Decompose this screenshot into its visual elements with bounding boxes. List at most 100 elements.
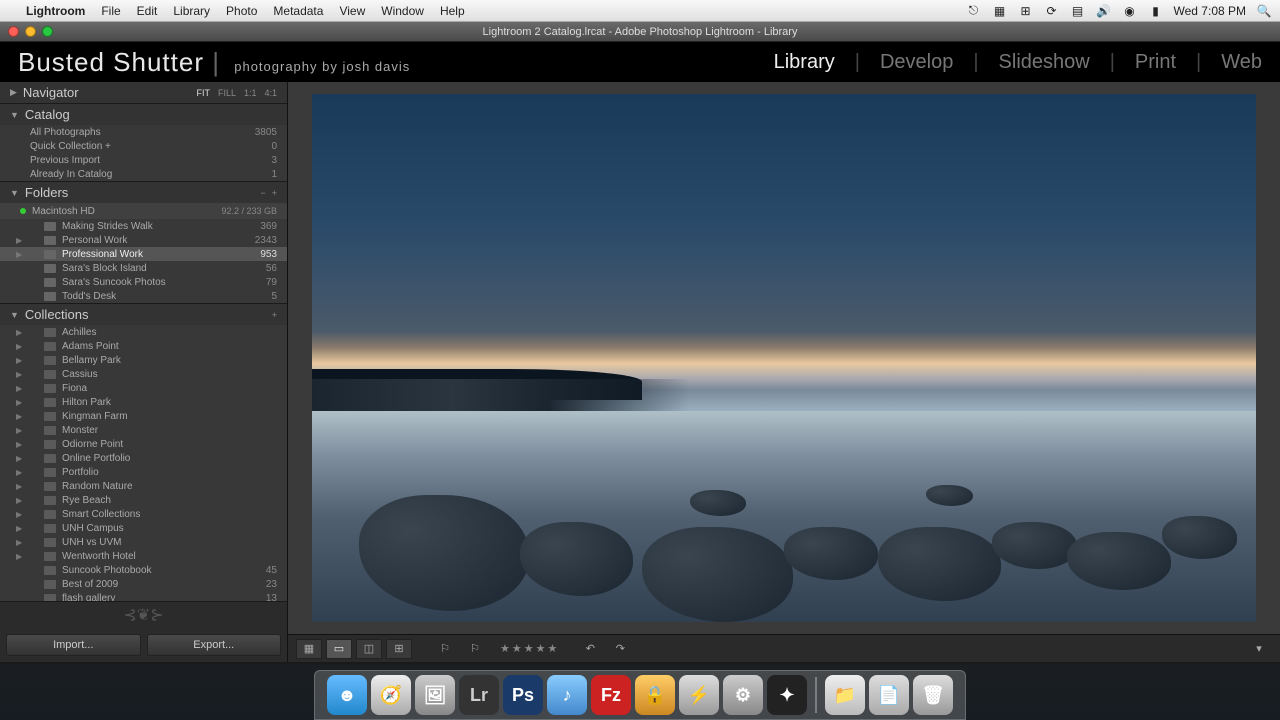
grid-view-button[interactable]: ▦ [296, 639, 322, 659]
star-icon[interactable]: ★ [524, 642, 534, 655]
loupe-view-button[interactable]: ▭ [326, 639, 352, 659]
menu-metadata[interactable]: Metadata [265, 4, 331, 18]
expand-icon[interactable]: ▶ [16, 356, 22, 365]
minus-icon[interactable]: − [260, 188, 265, 198]
dock-finder-icon[interactable]: ☻ [327, 675, 367, 715]
folder-item[interactable]: ▶Personal Work2343 [0, 233, 287, 247]
minimize-button[interactable] [25, 26, 36, 37]
timemachine-icon[interactable]: ⟳ [1044, 3, 1060, 19]
menu-file[interactable]: File [93, 4, 128, 18]
import-button[interactable]: Import... [6, 634, 141, 656]
close-button[interactable] [8, 26, 19, 37]
menu-window[interactable]: Window [373, 4, 432, 18]
module-develop[interactable]: Develop [880, 51, 953, 74]
dock-app-icon[interactable]: ✦ [767, 675, 807, 715]
expand-icon[interactable]: ▶ [16, 482, 22, 491]
dock-app-icon[interactable]: 🔒 [635, 675, 675, 715]
wifi-icon[interactable]: ◉ [1122, 3, 1138, 19]
collection-item[interactable]: Suncook Photobook45 [0, 563, 287, 577]
collection-item[interactable]: ▶Smart Collections [0, 507, 287, 521]
dock-preview-icon[interactable]: 🖼 [415, 675, 455, 715]
star-icon[interactable]: ★ [536, 642, 546, 655]
plus-icon[interactable]: + [272, 188, 277, 198]
module-web[interactable]: Web [1221, 51, 1262, 74]
dock-trash-icon[interactable]: 🗑 [913, 675, 953, 715]
collection-item[interactable]: ▶Bellamy Park [0, 353, 287, 367]
collection-item[interactable]: ▶Cassius [0, 367, 287, 381]
zoom-fit[interactable]: FIT [196, 88, 210, 98]
expand-icon[interactable]: ▶ [16, 538, 22, 547]
collections-header[interactable]: ▼ Collections + [0, 304, 287, 325]
star-icon[interactable]: ★ [548, 642, 558, 655]
expand-icon[interactable]: ▶ [16, 524, 22, 533]
expand-icon[interactable]: ▶ [16, 454, 22, 463]
collection-item[interactable]: ▶UNH Campus [0, 521, 287, 535]
loupe-photo[interactable] [312, 94, 1256, 622]
collection-item[interactable]: ▶Monster [0, 423, 287, 437]
flag-reject-button[interactable]: ⚐ [462, 639, 488, 659]
zoom-1-1[interactable]: 1:1 [244, 88, 257, 98]
collection-item[interactable]: ▶Wentworth Hotel [0, 549, 287, 563]
catalog-item[interactable]: Previous Import3 [0, 153, 287, 167]
collection-item[interactable]: ▶Rye Beach [0, 493, 287, 507]
plus-icon[interactable]: + [272, 310, 277, 320]
battery-icon[interactable]: ▮ [1148, 3, 1164, 19]
navigator-header[interactable]: ▶ Navigator FIT FILL 1:1 4:1 [0, 82, 287, 103]
dock-lightroom-icon[interactable]: Lr [459, 675, 499, 715]
dock-safari-icon[interactable]: 🧭 [371, 675, 411, 715]
folder-item[interactable]: Sara's Suncook Photos79 [0, 275, 287, 289]
collection-item[interactable]: ▶Kingman Farm [0, 409, 287, 423]
expand-icon[interactable]: ▶ [16, 510, 22, 519]
catalog-item[interactable]: All Photographs3805 [0, 125, 287, 139]
zoom-fill[interactable]: FILL [218, 88, 236, 98]
expand-icon[interactable]: ▶ [16, 412, 22, 421]
collection-item[interactable]: ▶Odiorne Point [0, 437, 287, 451]
module-print[interactable]: Print [1135, 51, 1176, 74]
expand-icon[interactable]: ▶ [16, 328, 22, 337]
volume-row[interactable]: Macintosh HD 92.2 / 233 GB [0, 203, 287, 219]
collection-item[interactable]: ▶Fiona [0, 381, 287, 395]
folder-item[interactable]: Todd's Desk5 [0, 289, 287, 303]
collection-item[interactable]: ▶Hilton Park [0, 395, 287, 409]
collection-item[interactable]: ▶Online Portfolio [0, 451, 287, 465]
expand-icon[interactable]: ▶ [16, 398, 22, 407]
rotate-cw-button[interactable]: ↷ [607, 639, 633, 659]
rating-stars[interactable]: ★ ★ ★ ★ ★ [500, 642, 557, 655]
collection-item[interactable]: ▶Portfolio [0, 465, 287, 479]
menu-app[interactable]: Lightroom [18, 4, 93, 18]
collection-item[interactable]: ▶Adams Point [0, 339, 287, 353]
flag-pick-button[interactable]: ⚐ [432, 639, 458, 659]
catalog-item[interactable]: Already In Catalog1 [0, 167, 287, 181]
dock-sysprefs-icon[interactable]: ⚙ [723, 675, 763, 715]
catalog-header[interactable]: ▼ Catalog [0, 104, 287, 125]
module-slideshow[interactable]: Slideshow [999, 51, 1090, 74]
menu-photo[interactable]: Photo [218, 4, 265, 18]
menu-edit[interactable]: Edit [129, 4, 166, 18]
dock-folder-icon[interactable]: 📁 [825, 675, 865, 715]
dock-app-icon[interactable]: ⚡ [679, 675, 719, 715]
catalog-item[interactable]: Quick Collection +0 [0, 139, 287, 153]
status-icon[interactable]: ⊞ [1018, 3, 1034, 19]
survey-view-button[interactable]: ⊞ [386, 639, 412, 659]
expand-icon[interactable]: ▶ [16, 440, 22, 449]
toolbar-menu-button[interactable]: ▾ [1246, 639, 1272, 659]
expand-icon[interactable]: ▶ [16, 384, 22, 393]
spaces-icon[interactable]: ▤ [1070, 3, 1086, 19]
menu-view[interactable]: View [331, 4, 373, 18]
expand-icon[interactable]: ▶ [16, 370, 22, 379]
dock-filezilla-icon[interactable]: Fz [591, 675, 631, 715]
expand-icon[interactable]: ▶ [16, 342, 22, 351]
collection-item[interactable]: ▶UNH vs UVM [0, 535, 287, 549]
export-button[interactable]: Export... [147, 634, 282, 656]
folders-header[interactable]: ▼ Folders − + [0, 182, 287, 203]
volume-icon[interactable]: 🔊 [1096, 3, 1112, 19]
expand-icon[interactable]: ▶ [16, 426, 22, 435]
dock-folder-icon[interactable]: 📄 [869, 675, 909, 715]
collection-item[interactable]: Best of 200923 [0, 577, 287, 591]
compare-view-button[interactable]: ◫ [356, 639, 382, 659]
dock-photoshop-icon[interactable]: Ps [503, 675, 543, 715]
expand-icon[interactable]: ▶ [16, 468, 22, 477]
folder-item[interactable]: Sara's Block Island56 [0, 261, 287, 275]
spotlight-icon[interactable]: 🔍 [1256, 3, 1272, 19]
rotate-ccw-button[interactable]: ↶ [577, 639, 603, 659]
